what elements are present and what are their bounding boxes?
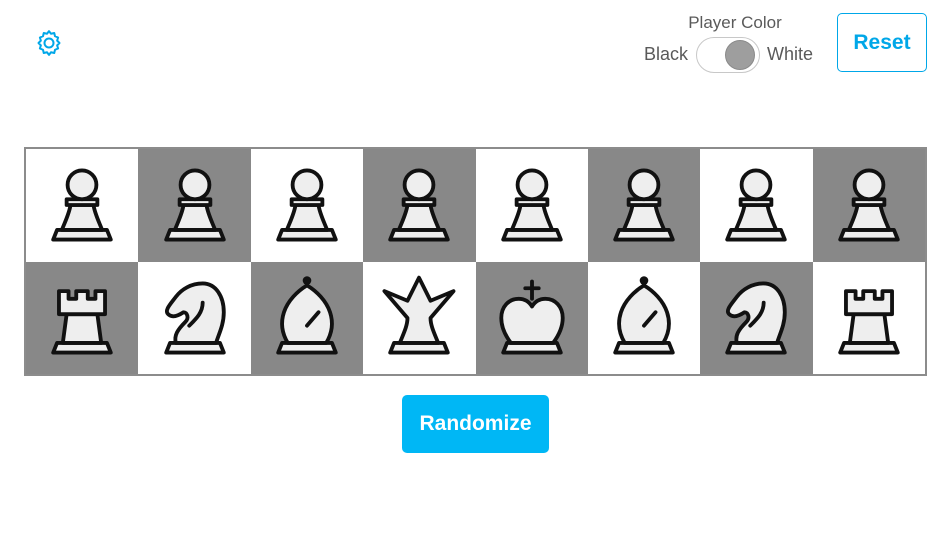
toggle-knob: [725, 40, 755, 70]
board-square[interactable]: [26, 149, 139, 262]
board-square[interactable]: [26, 261, 139, 374]
randomize-button[interactable]: Randomize: [402, 395, 549, 453]
white-pawn-icon: [163, 168, 226, 242]
white-rook-icon: [51, 288, 113, 355]
player-color-control: Player Color Black White: [640, 10, 820, 76]
board-square[interactable]: [475, 149, 588, 262]
white-bishop-icon: [613, 275, 675, 355]
board-square[interactable]: [812, 149, 925, 262]
white-king-icon: [499, 279, 565, 355]
white-knight-icon: [163, 281, 226, 355]
app-screen: Player Color Black White Reset Randomize: [0, 0, 950, 534]
white-queen-icon: [382, 275, 456, 355]
gear-icon: [37, 30, 61, 56]
white-knight-icon: [725, 281, 788, 355]
white-rook-icon: [838, 288, 900, 355]
white-pawn-icon: [838, 168, 900, 242]
reset-button[interactable]: Reset: [837, 13, 927, 72]
white-pawn-icon: [276, 168, 338, 242]
black-option-label: Black: [644, 44, 689, 64]
board-square[interactable]: [138, 261, 251, 374]
player-color-label: Player Color: [688, 13, 782, 32]
white-pawn-icon: [725, 168, 788, 242]
board-square[interactable]: [363, 149, 476, 262]
board-square[interactable]: [812, 261, 925, 374]
board-square[interactable]: [587, 261, 701, 374]
white-pawn-icon: [51, 168, 113, 242]
white-pawn-icon: [388, 168, 451, 242]
chess-board: [24, 147, 927, 376]
board-square[interactable]: [475, 261, 588, 374]
player-color-toggle-row: Black White: [640, 36, 820, 74]
white-pawn-icon: [500, 168, 563, 242]
board-square[interactable]: [700, 149, 813, 262]
board-square[interactable]: [587, 149, 701, 262]
board-square[interactable]: [700, 261, 813, 374]
white-bishop-icon: [276, 275, 338, 355]
board-square[interactable]: [363, 261, 476, 374]
white-pawn-icon: [613, 168, 675, 242]
white-option-label: White: [767, 44, 814, 64]
board-square[interactable]: [138, 149, 251, 262]
settings-button[interactable]: [30, 26, 68, 60]
board-square[interactable]: [250, 261, 364, 374]
board-square[interactable]: [250, 149, 364, 262]
player-color-toggle[interactable]: [696, 37, 760, 73]
